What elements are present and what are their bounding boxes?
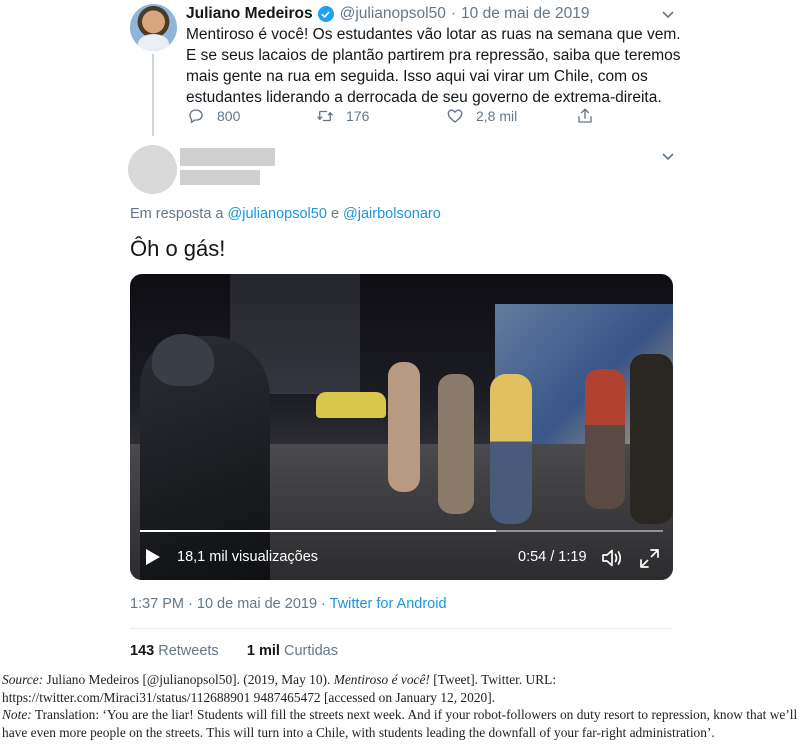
- reply-context-prefix: Em resposta a: [130, 206, 224, 222]
- redacted-handle: [180, 170, 260, 185]
- share-button[interactable]: [576, 106, 606, 126]
- likes-label: Curtidas: [283, 643, 338, 659]
- likes-stat[interactable]: 1 mil Curtidas: [247, 643, 338, 659]
- reply-count: 800: [217, 108, 241, 124]
- tweet-date[interactable]: 10 de mai de 2019: [461, 5, 589, 23]
- like-count: 2,8 mil: [476, 108, 518, 124]
- fullscreen-icon[interactable]: [639, 548, 660, 569]
- source-paragraph: Source: Juliano Medeiros [@julianopsol50…: [2, 671, 800, 706]
- reply-handle-link[interactable]: @jairbolsonaro: [343, 206, 441, 222]
- likes-count: 1 mil: [246, 643, 280, 659]
- play-icon[interactable]: [145, 548, 161, 566]
- reply-text: Ôh o gás!: [130, 236, 226, 261]
- retweet-button[interactable]: 176: [316, 106, 369, 126]
- note-text: Translation: ‘You are the liar! Students…: [2, 707, 798, 740]
- reply-context-and: e: [330, 206, 340, 222]
- source-text: Juliano Medeiros [@julianopsol50]. (2019…: [43, 672, 334, 687]
- author-avatar[interactable]: [130, 4, 177, 51]
- reply-author-avatar[interactable]: [128, 145, 177, 194]
- share-icon: [578, 108, 592, 123]
- separator-dot: ·: [450, 5, 457, 22]
- note-paragraph: Note: Translation: ‘You are the liar! St…: [2, 706, 800, 741]
- author-handle[interactable]: @julianopsol50: [340, 5, 446, 23]
- source-title: Mentiroso é você!: [333, 672, 430, 687]
- note-label: Note:: [2, 707, 32, 722]
- video-frame-person: [585, 369, 625, 509]
- retweet-icon: [317, 110, 333, 122]
- video-player[interactable]: 18,1 mil visualizações 0:54 / 1:19: [130, 274, 673, 580]
- reply-timestamp[interactable]: 1:37 PM · 10 de mai de 2019 ·: [130, 596, 326, 612]
- video-frame-person: [438, 374, 474, 514]
- video-frame-person: [490, 374, 532, 524]
- volume-icon[interactable]: [600, 547, 624, 569]
- author-name[interactable]: Juliano Medeiros: [186, 5, 313, 23]
- video-frame-car: [316, 392, 386, 418]
- video-frame-helmet: [152, 334, 214, 386]
- retweet-count: 176: [346, 108, 370, 124]
- video-progress-fill: [140, 530, 496, 532]
- like-button[interactable]: 2,8 mil: [446, 106, 517, 126]
- video-frame-person: [630, 354, 673, 524]
- figure-caption: Source: Juliano Medeiros [@julianopsol50…: [2, 671, 800, 741]
- divider: [130, 628, 673, 629]
- video-view-count: 18,1 mil visualizações: [177, 549, 319, 565]
- retweets-count: 143: [130, 643, 155, 659]
- reply-context: Em resposta a @julianopsol50 e @jairbols…: [130, 206, 441, 222]
- video-frame-person: [388, 362, 420, 492]
- video-progress-bar[interactable]: [140, 530, 663, 532]
- chevron-down-icon[interactable]: [661, 152, 675, 162]
- tweet-meta: 1:37 PM · 10 de mai de 2019 · Twitter fo…: [130, 596, 447, 612]
- reply-handle-link[interactable]: @julianopsol50: [228, 206, 327, 222]
- chevron-down-icon[interactable]: [661, 10, 675, 20]
- video-time: 0:54 / 1:19: [518, 549, 587, 565]
- tweet-header: Juliano Medeiros @julianopsol50 · 10 de …: [186, 4, 589, 24]
- retweets-label: Retweets: [158, 643, 219, 659]
- heart-icon: [447, 109, 463, 123]
- redacted-name: [180, 148, 275, 166]
- reply-button[interactable]: 800: [187, 106, 240, 126]
- tweet-text: Mentiroso é você! Os estudantes vão lota…: [186, 26, 681, 106]
- engagement-stats: 143 Retweets 1 mil Curtidas: [130, 643, 338, 659]
- thread-line: [152, 54, 154, 136]
- retweets-stat[interactable]: 143 Retweets: [130, 643, 219, 659]
- reply-icon: [189, 109, 203, 124]
- client-link[interactable]: Twitter for Android: [330, 596, 447, 612]
- verified-badge-icon: [317, 6, 334, 22]
- source-label: Source:: [2, 672, 44, 687]
